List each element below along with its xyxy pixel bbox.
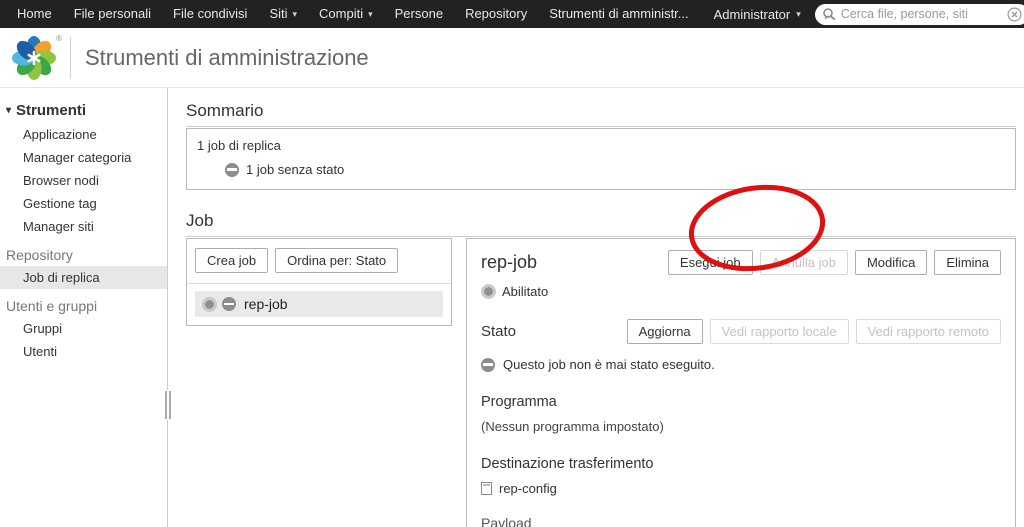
- nav-admin-tools-label: Strumenti di amministr...: [549, 6, 689, 21]
- summary-no-status-row: 1 job senza stato: [225, 162, 1005, 177]
- search-icon: [822, 8, 836, 21]
- status-section-header: Stato Aggiorna Vedi rapporto locale Vedi…: [481, 319, 1001, 344]
- jobs-list-divider: [187, 283, 451, 284]
- nav-home[interactable]: Home: [6, 0, 63, 28]
- job-enabled-row: Abilitato: [481, 284, 1001, 299]
- sidebar-group-utenti-e-gruppi: Utenti e gruppi: [6, 298, 98, 314]
- sidebar-item-job-di-replica[interactable]: Job di replica: [0, 266, 167, 289]
- chevron-down-icon: ▾: [796, 8, 801, 19]
- user-menu[interactable]: Administrator ▾: [700, 7, 815, 22]
- page-body: ▾ Strumenti Applicazione Manager categor…: [0, 88, 1024, 527]
- sidebar-group-repository: Repository: [6, 247, 73, 263]
- nav-persone[interactable]: Persone: [384, 0, 454, 28]
- header-divider: [70, 36, 71, 79]
- search-input[interactable]: [840, 7, 1002, 21]
- job-detail-actions: Esegui job Annulla job Modifica Elimina: [667, 250, 1001, 275]
- page-title: Strumenti di amministrazione: [85, 44, 369, 70]
- search-bar[interactable]: [814, 3, 1024, 25]
- job-detail-panel: rep-job Esegui job Annulla job Modifica …: [466, 238, 1016, 527]
- transfer-target-row: rep-config: [481, 481, 1001, 496]
- schedule-label: Programma: [481, 394, 557, 410]
- nav-compiti[interactable]: Compiti ▾: [308, 0, 384, 28]
- local-report-button[interactable]: Vedi rapporto locale: [709, 319, 849, 344]
- status-actions: Aggiorna Vedi rapporto locale Vedi rappo…: [626, 319, 1001, 344]
- chevron-down-icon: ▾: [6, 105, 12, 116]
- jobs-list-panel: Crea job Ordina per: Stato rep-job: [186, 238, 452, 326]
- remote-report-button[interactable]: Vedi rapporto remoto: [855, 319, 1001, 344]
- nav-repository-label: Repository: [465, 6, 528, 21]
- summary-heading: Sommario: [186, 101, 1016, 127]
- job-detail-title: rep-job: [481, 252, 538, 272]
- jobs-toolbar: Crea job Ordina per: Stato: [195, 248, 443, 273]
- nav-compiti-label: Compiti: [319, 6, 364, 21]
- nav-file-personali[interactable]: File personali: [63, 0, 162, 28]
- summary-job-count: 1 job di replica: [197, 138, 281, 153]
- sidebar-resize-handle[interactable]: [163, 390, 172, 420]
- chevron-down-icon: ▾: [292, 9, 298, 19]
- sidebar-item-applicazione[interactable]: Applicazione: [0, 123, 167, 146]
- nav-repository[interactable]: Repository: [454, 0, 538, 28]
- summary-no-status-label: 1 job senza stato: [246, 162, 345, 177]
- sidebar-group-strumenti-label: Strumenti: [16, 102, 87, 119]
- summary-box: 1 job di replica 1 job senza stato: [186, 128, 1016, 190]
- job-detail-header: rep-job Esegui job Annulla job Modifica …: [481, 250, 1001, 275]
- delete-job-button[interactable]: Elimina: [934, 250, 1001, 275]
- edit-job-button[interactable]: Modifica: [854, 250, 928, 275]
- alfresco-logo[interactable]: ®: [10, 33, 62, 82]
- transfer-target-value: rep-config: [499, 481, 557, 496]
- alfresco-flower-icon: [12, 35, 56, 80]
- sidebar-item-manager-siti[interactable]: Manager siti: [0, 215, 167, 238]
- clear-search-icon[interactable]: [1007, 6, 1022, 22]
- job-list-item-label: rep-job: [244, 296, 288, 312]
- nav-file-condivisi[interactable]: File condivisi: [162, 0, 258, 28]
- nav-admin-tools[interactable]: Strumenti di amministr...: [538, 0, 699, 28]
- payload-label: Payload: [481, 515, 532, 527]
- nav-siti-label: Siti: [269, 6, 288, 21]
- sidebar: ▾ Strumenti Applicazione Manager categor…: [0, 88, 172, 527]
- sidebar-item-browser-nodi[interactable]: Browser nodi: [0, 169, 167, 192]
- sidebar-item-gruppi[interactable]: Gruppi: [0, 317, 167, 340]
- job-status-icon: [222, 297, 236, 311]
- main-content: Sommario 1 job di replica 1 job senza st…: [168, 88, 1024, 527]
- sidebar-item-manager-categoria[interactable]: Manager categoria: [0, 146, 167, 169]
- enabled-radio-icon: [481, 284, 496, 299]
- nav-file-personali-label: File personali: [73, 6, 152, 21]
- schedule-value: (Nessun programma impostato): [481, 419, 664, 434]
- nav-file-condivisi-label: File condivisi: [173, 6, 248, 21]
- page-header: ® Strumenti di amministrazione: [0, 28, 1024, 88]
- nav-home-label: Home: [17, 6, 52, 21]
- nav-siti[interactable]: Siti ▾: [258, 0, 308, 28]
- top-navigation-bar: Home File personali File condivisi Siti ▾…: [0, 0, 1024, 28]
- sort-by-status-button[interactable]: Ordina per: Stato: [275, 248, 399, 273]
- status-label: Stato: [481, 323, 517, 340]
- status-message: Questo job non è mai stato eseguito.: [503, 357, 715, 372]
- jobs-heading: Job: [186, 211, 1016, 237]
- create-job-button[interactable]: Crea job: [195, 248, 269, 273]
- sidebar-item-utenti[interactable]: Utenti: [0, 340, 167, 363]
- sidebar-group-strumenti[interactable]: ▾ Strumenti: [6, 102, 167, 119]
- nav-persone-label: Persone: [394, 6, 444, 21]
- cancel-job-button[interactable]: Annulla job: [759, 250, 848, 275]
- user-menu-label: Administrator: [713, 6, 791, 22]
- run-job-button[interactable]: Esegui job: [667, 250, 753, 275]
- document-icon: [481, 482, 492, 495]
- jobs-panels: Crea job Ordina per: Stato rep-job rep-j…: [186, 238, 1016, 527]
- refresh-button[interactable]: Aggiorna: [626, 319, 703, 344]
- no-status-icon: [481, 357, 495, 372]
- enabled-label: Abilitato: [502, 284, 549, 299]
- sidebar-item-gestione-tag[interactable]: Gestione tag: [0, 192, 167, 215]
- chevron-down-icon: ▾: [368, 9, 373, 19]
- job-enabled-icon: [202, 296, 217, 312]
- status-message-row: Questo job non è mai stato eseguito.: [481, 357, 1001, 372]
- transfer-target-label: Destinazione trasferimento: [481, 456, 654, 472]
- job-list-item-rep-job[interactable]: rep-job: [195, 291, 443, 317]
- registered-mark: ®: [56, 33, 62, 43]
- no-status-icon: [225, 162, 239, 177]
- admin-tools-page: Home File personali File condivisi Siti ▾…: [0, 0, 1024, 527]
